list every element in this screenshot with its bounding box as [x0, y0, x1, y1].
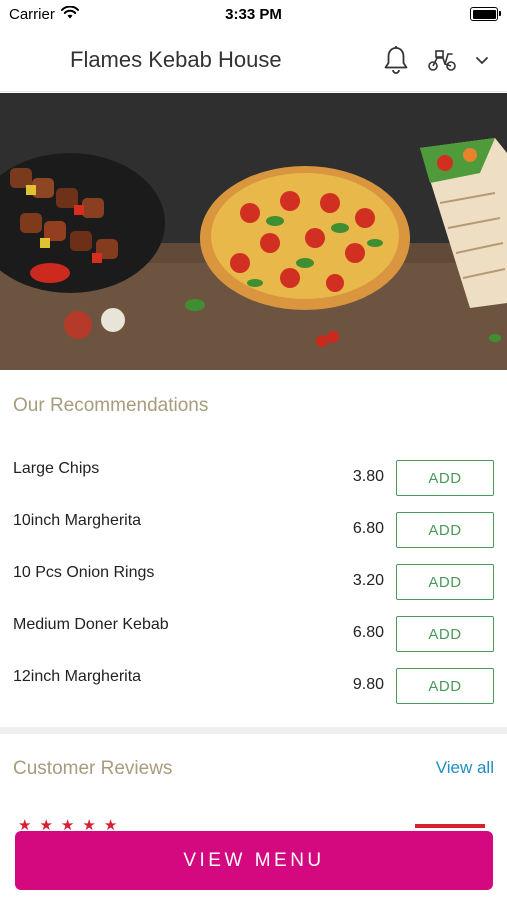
hero-banner — [0, 93, 507, 370]
item-price: 6.80 — [352, 520, 384, 537]
item-price: 9.80 — [352, 676, 384, 693]
list-item: 10 Pcs Onion Rings 3.20 ADD — [0, 564, 507, 604]
add-button[interactable]: ADD — [396, 668, 494, 704]
wifi-icon — [60, 5, 79, 23]
reviews-title: Customer Reviews — [13, 758, 173, 779]
item-price: 3.20 — [352, 572, 384, 589]
list-item: 10inch Margherita 6.80 ADD — [0, 512, 507, 552]
status-left: Carrier — [9, 5, 79, 23]
recommendations-section: Our Recommendations Large Chips 3.80 ADD… — [0, 370, 507, 727]
item-name: 10inch Margherita — [13, 512, 142, 529]
header-bar: Flames Kebab House — [0, 28, 507, 92]
list-item: 12inch Margherita 9.80 ADD — [0, 668, 507, 708]
add-button[interactable]: ADD — [396, 512, 494, 548]
item-name: Large Chips — [13, 460, 100, 477]
recommendations-title: Our Recommendations — [13, 395, 209, 416]
review-source-logo — [415, 818, 485, 828]
item-name: Medium Doner Kebab — [13, 616, 169, 633]
battery-icon — [470, 7, 501, 21]
list-item: Large Chips 3.80 ADD — [0, 460, 507, 500]
section-divider — [0, 727, 507, 734]
view-all-link[interactable]: View all — [436, 758, 494, 778]
menu-icon[interactable] — [22, 50, 48, 70]
item-name: 12inch Margherita — [13, 668, 142, 685]
add-button[interactable]: ADD — [396, 616, 494, 652]
header-actions — [383, 45, 489, 75]
item-name: 10 Pcs Onion Rings — [13, 564, 155, 581]
add-button[interactable]: ADD — [396, 460, 494, 496]
scooter-icon[interactable] — [427, 48, 457, 72]
status-bar: Carrier 3:33 PM — [0, 0, 507, 28]
bell-icon[interactable] — [383, 45, 409, 75]
chevron-down-icon[interactable] — [475, 55, 489, 65]
add-button[interactable]: ADD — [396, 564, 494, 600]
food-banner-image — [0, 93, 507, 370]
list-item: Medium Doner Kebab 6.80 ADD — [0, 616, 507, 656]
page-title: Flames Kebab House — [70, 46, 282, 72]
carrier-label: Carrier — [9, 5, 55, 23]
view-menu-button[interactable]: VIEW MENU — [15, 831, 493, 890]
item-price: 6.80 — [352, 624, 384, 641]
item-price: 3.80 — [352, 468, 384, 485]
